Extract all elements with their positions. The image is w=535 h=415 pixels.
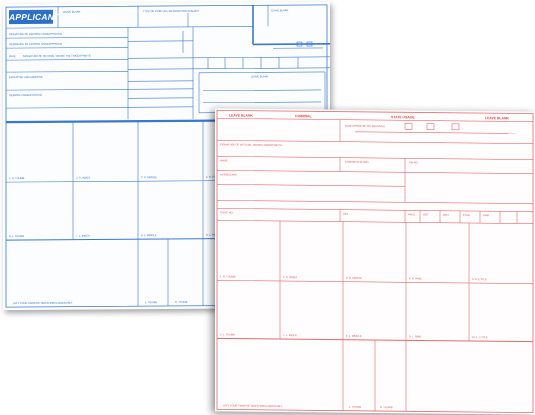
applicant-print-8: 8. L. MIDDLE — [141, 233, 157, 237]
applicant-print-2: 2. R. INDEX — [76, 176, 90, 180]
applicant-leave-blank-1: LEAVE BLANK — [63, 10, 81, 14]
applicant-field-0: SIGNATURE OF PERSON FINGERPRINTED — [9, 32, 62, 36]
applicant-print-1: 1. R. THUMB — [9, 176, 25, 180]
applicant-field-2: DATE — [9, 54, 16, 58]
criminal-card-form-lines: LEAVE BLANK CRIMINAL STATE USAGE LEAVE B… — [215, 108, 535, 414]
criminal-field-5: FBI NO. — [409, 160, 419, 164]
criminal-field-1: SIGNATURE OF OFFICIAL TAKING FINGERPRINT… — [220, 142, 282, 147]
applicant-print-3: 3. R. MIDDLE — [141, 175, 157, 179]
criminal-r-thumb: R. THUMB — [380, 405, 393, 409]
applicant-print-6: 6. L. THUMB — [9, 234, 24, 238]
applicant-leave-blank-2: LEAVE BLANK — [271, 8, 289, 12]
applicant-field-5: REASON FINGERPRINTED — [9, 93, 42, 97]
criminal-field-2: CHARGE/CITATION — [345, 160, 369, 164]
applicant-field-3: SIGNATURE OF OFFICIAL TAKING THE FINGERP… — [23, 54, 91, 58]
criminal-field-6: STATE NO. — [220, 210, 234, 214]
criminal-print-10: 10. L. LITTLE — [472, 335, 488, 339]
criminal-field-race: RACE — [408, 212, 415, 216]
applicant-left-four: LEFT FOUR FINGERS TAKEN SIMULTANEOUSLY — [13, 301, 73, 305]
criminal-field-sex: SEX — [343, 212, 348, 216]
criminal-field-4: ALIASES AKA — [220, 172, 237, 176]
applicant-field-1: RESIDENCE OF PERSON FINGERPRINTED — [9, 42, 62, 46]
applicant-field-4: EMPLOYER AND ADDRESS — [9, 75, 43, 79]
criminal-print-7: 7. L. INDEX — [283, 333, 297, 337]
criminal-state-usage: STATE USAGE — [391, 115, 415, 119]
criminal-field-eyes: EYES — [463, 213, 470, 217]
criminal-print-1: 1. R. THUMB — [220, 274, 236, 278]
criminal-print-3: 3. R. MIDDLE — [346, 276, 362, 280]
criminal-print-6: 6. L. THUMB — [220, 332, 235, 336]
criminal-card-title: CRIMINAL — [295, 114, 312, 118]
criminal-field-hgt: HGT — [423, 213, 429, 217]
applicant-header-notice: TYPE OR PRINT ALL INFORMATION IN BLACK — [143, 9, 199, 13]
criminal-left-four: LEFT FOUR FINGERS TAKEN SIMULTANEOUSLY — [223, 403, 283, 408]
applicant-leave-blank-3: LEAVE BLANK — [251, 74, 269, 78]
applicant-card-title: APPLICANT — [9, 10, 53, 24]
criminal-field-wgt: WGT — [443, 213, 449, 217]
criminal-field-hair: HAIR — [483, 213, 489, 217]
criminal-field-3: NAME — [220, 158, 228, 162]
applicant-r-thumb: R. THUMB — [175, 300, 188, 304]
criminal-print-8: 8. L. MIDDLE — [346, 334, 362, 338]
criminal-field-0: DATE ARRESTED OR RECEIVED — [345, 124, 385, 128]
criminal-leave-blank-2: LEAVE BLANK — [485, 116, 509, 120]
criminal-fingerprint-card: LEAVE BLANK CRIMINAL STATE USAGE LEAVE B… — [215, 108, 535, 414]
applicant-l-thumb: L. THUMB — [145, 300, 157, 304]
criminal-print-4: 4. R. RING — [409, 276, 422, 280]
criminal-print-2: 2. R. INDEX — [283, 275, 297, 279]
criminal-l-thumb: L. THUMB — [349, 405, 361, 409]
criminal-print-5: 5. R. LITTLE — [472, 277, 487, 281]
criminal-leave-blank-1: LEAVE BLANK — [229, 113, 253, 117]
criminal-print-9: 9. L. RING — [409, 334, 421, 338]
applicant-print-7: 7. L. INDEX — [76, 234, 90, 238]
